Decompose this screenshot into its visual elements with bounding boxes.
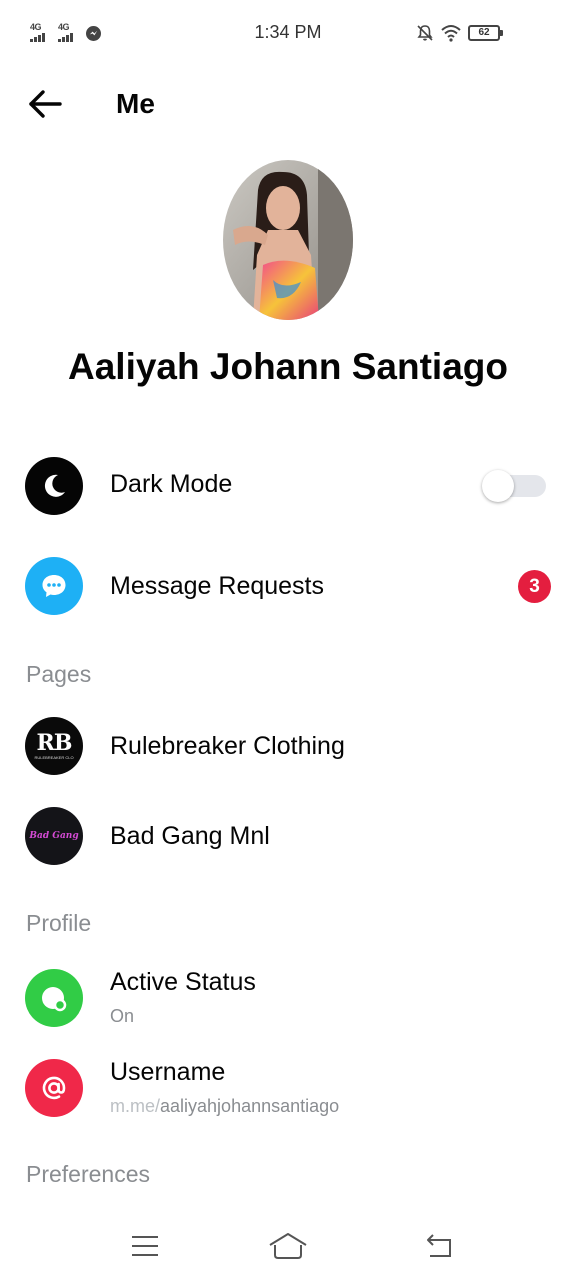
- arrow-left-icon: [29, 90, 62, 118]
- battery-icon: 62: [468, 25, 503, 41]
- page-item[interactable]: Bad Gang Bad Gang Mnl: [0, 798, 576, 878]
- header: Me: [0, 66, 576, 142]
- toggle-knob: [482, 470, 514, 502]
- message-requests-badge: 3: [518, 570, 551, 603]
- message-requests-row[interactable]: Message Requests 3: [0, 546, 576, 626]
- page-label: Bad Gang Mnl: [110, 822, 270, 850]
- section-preferences: Preferences: [26, 1161, 151, 1187]
- home-icon: [269, 1233, 307, 1259]
- dark-mode-label: Dark Mode: [110, 470, 233, 498]
- section-pages: Pages: [26, 661, 92, 687]
- system-nav-bar: [0, 1212, 576, 1280]
- home-button[interactable]: [268, 1228, 308, 1264]
- page-item[interactable]: RB RULEBREAKER CLO Rulebreaker Clothing: [0, 708, 576, 788]
- section-profile: Profile: [26, 910, 92, 936]
- menu-icon: [132, 1236, 158, 1256]
- page-title: Me: [116, 88, 155, 119]
- active-status-icon: [25, 969, 83, 1027]
- page-label: Rulebreaker Clothing: [110, 732, 345, 760]
- dark-mode-row[interactable]: Dark Mode: [0, 446, 576, 526]
- back-nav-button[interactable]: [420, 1228, 460, 1264]
- wifi-icon: [440, 24, 462, 42]
- page-logo-sub: RULEBREAKER CLO: [34, 755, 74, 760]
- dark-mode-toggle[interactable]: [482, 470, 546, 502]
- back-icon: [427, 1234, 451, 1257]
- page-logo-text: RB: [36, 730, 73, 756]
- profile-name: Aaliyah Johann Santiago: [68, 346, 508, 387]
- message-requests-label: Message Requests: [110, 572, 325, 600]
- page-logo: RB RULEBREAKER CLO: [25, 717, 83, 775]
- chat-bubble-icon: [25, 557, 83, 615]
- active-status-label: Active Status: [110, 968, 256, 996]
- active-status-value: On: [110, 1006, 135, 1026]
- username-label: Username: [110, 1058, 226, 1086]
- bell-off-icon: [416, 24, 434, 42]
- back-button[interactable]: [24, 84, 66, 124]
- profile-photo: [223, 160, 353, 320]
- status-bar: 4G 4G 1:34 PM 62: [0, 0, 576, 66]
- menu-button[interactable]: [125, 1228, 165, 1264]
- avatar[interactable]: [223, 160, 353, 320]
- at-sign-icon: [25, 1059, 83, 1117]
- active-status-row[interactable]: Active Status On: [0, 958, 576, 1044]
- username-row[interactable]: Username m.me/aaliyahjohannsantiago: [0, 1048, 576, 1134]
- username-value: m.me/aaliyahjohannsantiago: [110, 1096, 339, 1117]
- page-logo: Bad Gang: [25, 807, 83, 865]
- username-prefix: m.me/: [110, 1096, 161, 1116]
- page-logo-text: Bad Gang: [29, 831, 79, 841]
- username-text: aaliyahjohannsantiago: [160, 1096, 340, 1116]
- moon-icon: [25, 457, 83, 515]
